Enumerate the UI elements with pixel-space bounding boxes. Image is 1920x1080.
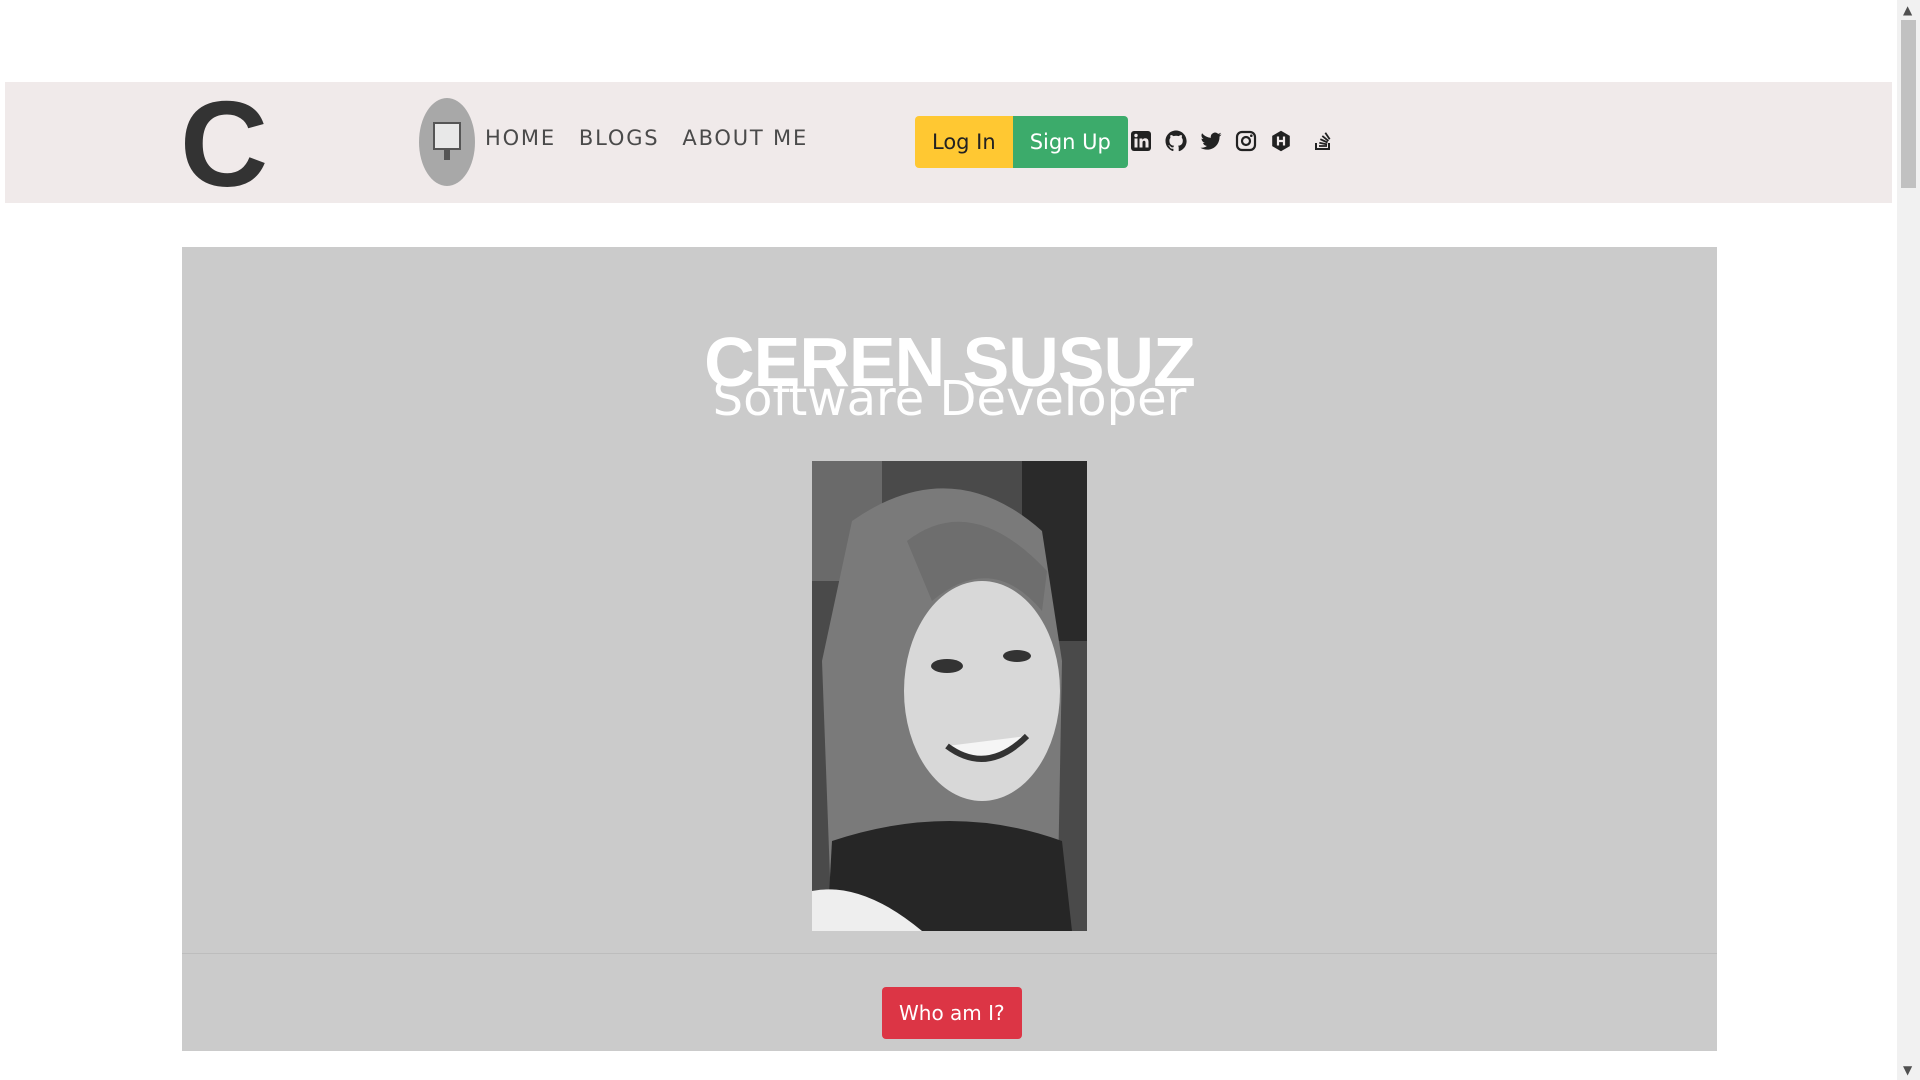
nav-link-blogs[interactable]: BLOGS [579,126,660,150]
twitter-icon[interactable] [1199,129,1223,153]
site-logo[interactable]: C [180,83,268,205]
instagram-icon[interactable] [1234,129,1258,153]
nav-link-home[interactable]: HOME [485,126,556,150]
monitor-stand [444,150,450,160]
social-links [1129,129,1346,153]
who-am-i-button[interactable]: Who am I? [882,987,1022,1039]
profile-photo [812,461,1087,931]
hero-role: Software Developer [712,371,1187,427]
signup-button[interactable]: Sign Up [1012,116,1128,168]
stackoverflow-icon[interactable] [1311,129,1335,153]
scroll-down-icon[interactable]: ▼ [1903,1062,1912,1078]
github-icon[interactable] [1164,129,1188,153]
page: C HOME BLOGS ABOUT ME Log In Sign Up CER… [0,0,1920,1080]
hero-card: CEREN SUSUZ Software Developer Who am I? [182,247,1717,1051]
nav-avatar[interactable] [419,98,475,186]
login-button[interactable]: Log In [915,116,1013,168]
monitor-icon [433,122,461,150]
auth-buttons: Log In Sign Up [915,116,1128,168]
navbar: C HOME BLOGS ABOUT ME Log In Sign Up [5,82,1892,205]
card-divider [182,953,1717,954]
hashnode-icon[interactable] [1269,129,1293,153]
nav-links: HOME BLOGS ABOUT ME [485,126,808,150]
nav-link-about-me[interactable]: ABOUT ME [682,126,808,150]
scroll-up-icon[interactable]: ▲ [1903,2,1912,18]
linkedin-icon[interactable] [1129,129,1153,153]
scroll-thumb[interactable] [1901,20,1916,188]
page-scrollbar[interactable]: ▲ ▼ [1897,0,1920,1080]
